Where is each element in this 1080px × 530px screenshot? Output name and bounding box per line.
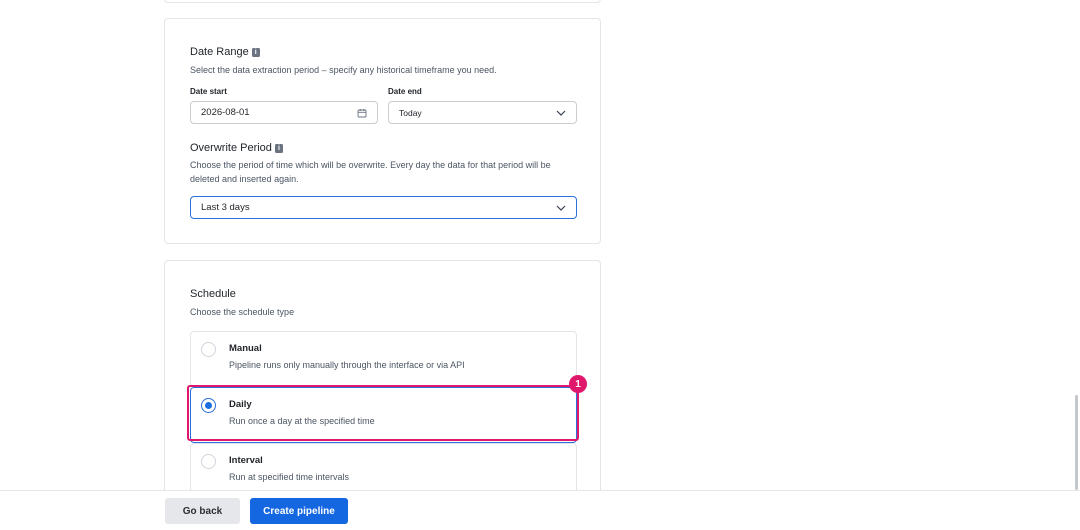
option-title: Daily	[229, 399, 252, 410]
date-start-input[interactable]: 2026-08-01	[190, 101, 378, 124]
date-start-value: 2026-08-01	[201, 107, 250, 118]
schedule-description: Choose the schedule type	[190, 307, 295, 317]
date-range-description: Select the data extraction period – spec…	[190, 65, 497, 75]
overwrite-period-title: Overwrite Period	[190, 142, 272, 154]
option-title: Manual	[229, 343, 262, 354]
option-description: Pipeline runs only manually through the …	[229, 360, 465, 370]
schedule-title: Schedule	[190, 288, 236, 300]
overwrite-period-description: Choose the period of time which will be …	[190, 160, 551, 184]
go-back-button[interactable]: Go back	[165, 498, 240, 524]
date-range-title: Date Range	[190, 46, 249, 58]
chevron-down-icon	[556, 110, 566, 116]
radio-button[interactable]	[201, 342, 216, 357]
date-end-value: Today	[399, 107, 422, 118]
annotation-badge: 1	[569, 375, 587, 393]
date-range-heading: Date Range i	[190, 46, 260, 58]
radio-button-selected[interactable]	[201, 398, 216, 413]
scrollbar-thumb[interactable]	[1075, 395, 1078, 490]
create-pipeline-button[interactable]: Create pipeline	[250, 498, 348, 524]
schedule-option-daily[interactable]: Daily Run once a day at the specified ti…	[190, 387, 577, 443]
overwrite-period-select[interactable]: Last 3 days	[190, 196, 577, 219]
calendar-icon[interactable]	[357, 108, 367, 118]
option-description: Run once a day at the specified time	[229, 416, 375, 426]
date-start-label: Date start	[190, 87, 227, 96]
schedule-heading: Schedule	[190, 288, 236, 300]
radio-button[interactable]	[201, 454, 216, 469]
info-icon[interactable]: i	[274, 143, 283, 153]
schedule-option-manual[interactable]: Manual Pipeline runs only manually throu…	[190, 331, 577, 387]
date-settings-card: Date Range i Select the data extraction …	[164, 18, 601, 244]
option-title: Interval	[229, 455, 263, 466]
option-description: Run at specified time intervals	[229, 472, 350, 482]
overwrite-period-heading: Overwrite Period i	[190, 142, 283, 154]
previous-section-card	[164, 0, 601, 3]
info-icon[interactable]: i	[251, 47, 260, 57]
date-end-select[interactable]: Today	[388, 101, 577, 124]
overwrite-period-value: Last 3 days	[201, 202, 250, 213]
chevron-down-icon	[556, 205, 566, 211]
date-end-label: Date end	[388, 87, 422, 96]
footer-action-bar: Go back Create pipeline	[0, 490, 1080, 530]
